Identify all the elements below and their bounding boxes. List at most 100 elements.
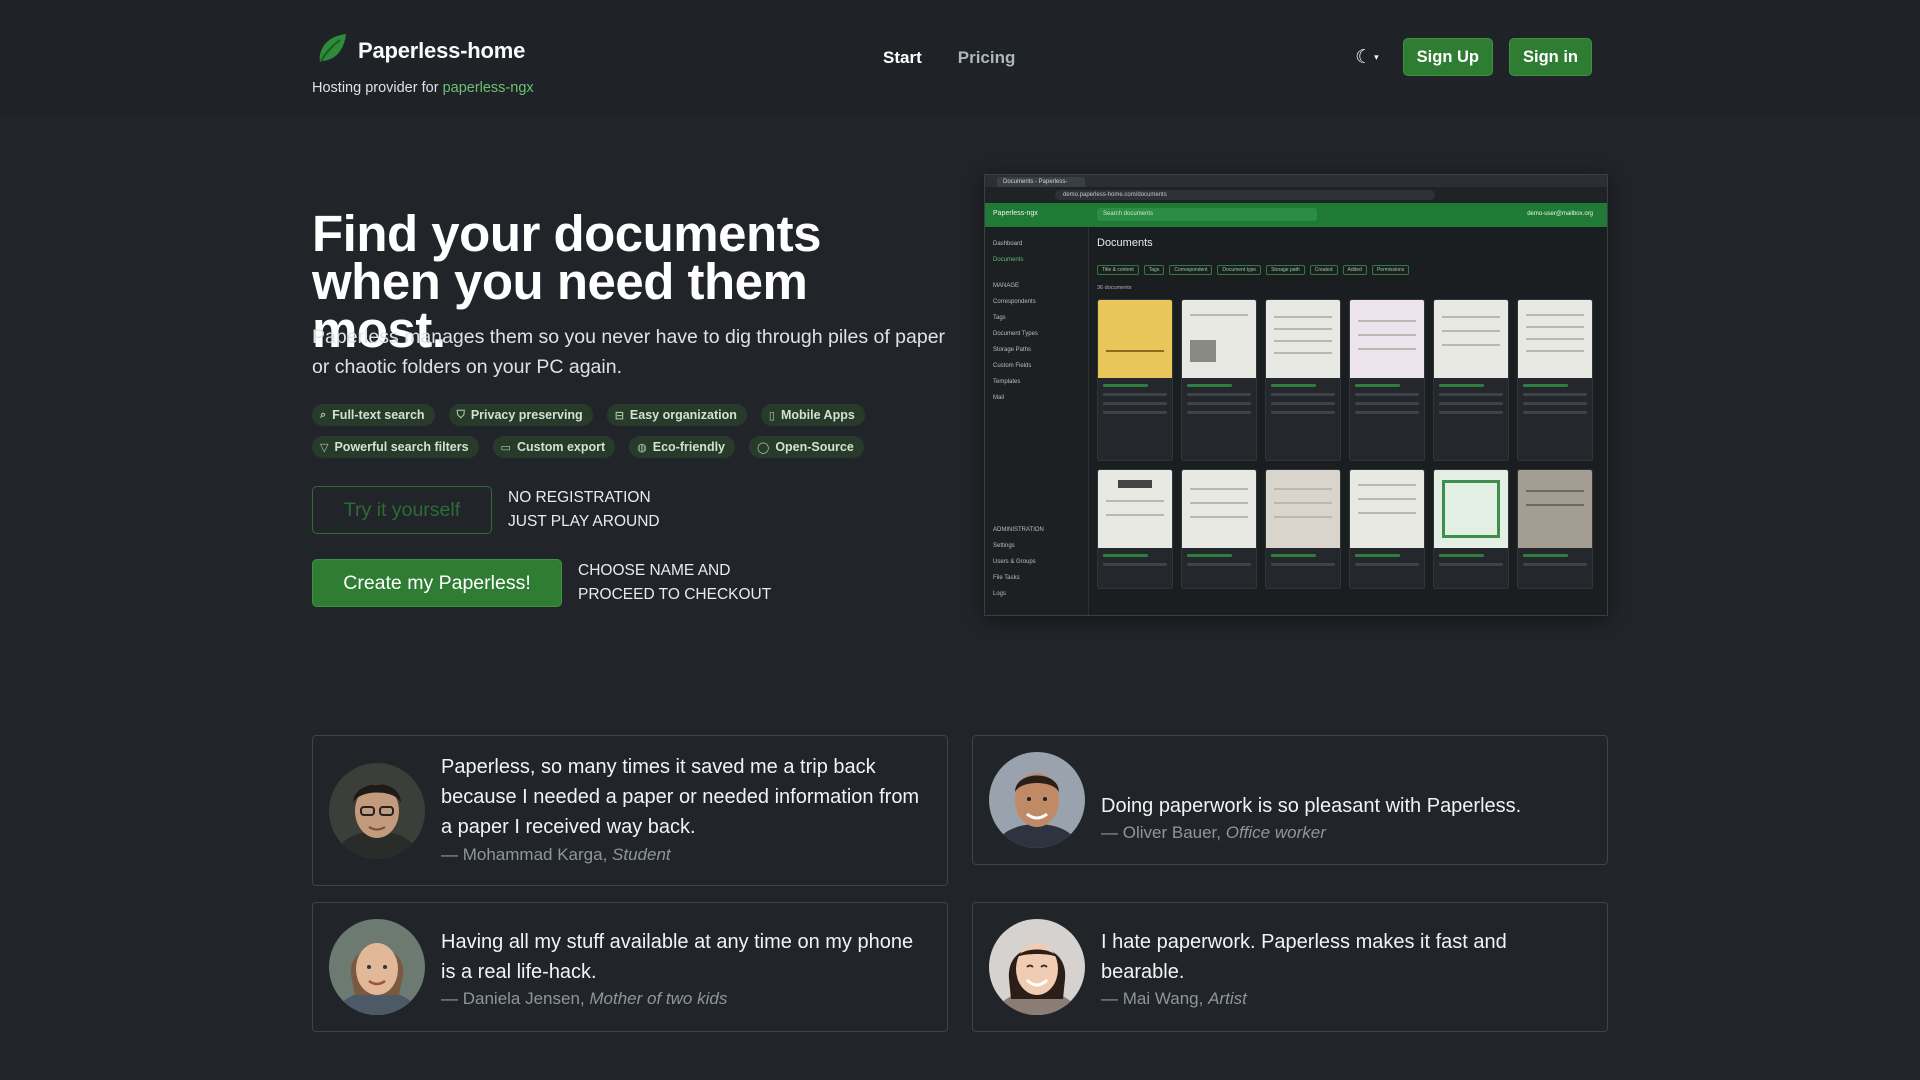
meta-line [1523, 554, 1568, 557]
document-card [1517, 299, 1593, 461]
app-sidebar-item: Logs [993, 591, 1007, 597]
testimonial-quote: I hate paperwork. Paperless makes it fas… [1101, 931, 1507, 983]
meta-line [1271, 563, 1335, 566]
meta-line [1103, 563, 1167, 566]
app-document-grid [1097, 299, 1593, 589]
document-card [1181, 469, 1257, 589]
testimonial-author: — Daniela Jensen, Mother of two kids [441, 989, 728, 1008]
document-meta [1187, 554, 1251, 572]
document-card [1265, 299, 1341, 461]
feature-badges: ⌕ Full-text search ⛉ Privacy preserving ⊟ E… [312, 404, 952, 458]
paperless-ngx-link[interactable]: paperless-ngx [443, 80, 534, 96]
browser-url: demo.paperless-home.com/documents [1055, 190, 1435, 200]
app-name: Paperless-ngx [993, 210, 1038, 217]
meta-line [1523, 411, 1587, 414]
moon-icon: ☾ [1355, 46, 1373, 68]
document-thumbnail [1098, 300, 1172, 378]
nav-start[interactable]: Start [883, 48, 922, 68]
document-thumbnail [1350, 300, 1424, 378]
document-thumbnail [1182, 470, 1256, 548]
app-sidebar-item: MANAGE [993, 283, 1020, 289]
feature-label: Powerful search filters [334, 440, 469, 454]
document-thumbnail [1266, 300, 1340, 378]
thumbnail-line [1526, 314, 1584, 316]
feature-label: Custom export [516, 440, 606, 454]
app-filter: Storage path [1266, 265, 1305, 275]
meta-line [1187, 411, 1251, 414]
thumbnail-line [1190, 516, 1248, 518]
app-filter: Tags [1143, 265, 1165, 275]
app-filter: Added [1342, 265, 1367, 275]
phone-icon: ▯ [768, 409, 775, 422]
document-meta [1523, 554, 1587, 572]
theme-toggle[interactable]: ☾ ▾ [1347, 46, 1387, 69]
document-card [1097, 469, 1173, 589]
top-navbar: Paperless-home Hosting provider for pape… [0, 0, 1920, 115]
brand-subtitle-text: Hosting provider for [312, 80, 439, 96]
app-sidebar-item: File Tasks [993, 575, 1020, 581]
thumbnail-line [1442, 316, 1500, 318]
thumbnail-line [1526, 338, 1584, 340]
try-note-line-2: JUST PLAY AROUND [508, 513, 660, 530]
thumbnail-line [1358, 348, 1416, 350]
shield-icon: ⛉ [456, 408, 465, 421]
meta-line [1103, 402, 1167, 405]
meta-line [1523, 563, 1587, 566]
document-meta [1439, 554, 1503, 572]
document-card [1265, 469, 1341, 589]
document-meta [1103, 554, 1167, 572]
thumbnail-line [1358, 320, 1416, 322]
testimonial-quote: Paperless, so many times it saved me a t… [441, 756, 920, 838]
document-card [1433, 469, 1509, 589]
create-my-paperless-button[interactable]: Create my Paperless! [312, 559, 562, 607]
thumbnail-line [1358, 512, 1416, 514]
testimonial-author: — Mohammad Karga, Student [441, 845, 671, 864]
app-filter: Permissions [1371, 265, 1410, 275]
document-card [1433, 299, 1509, 461]
document-thumbnail [1434, 470, 1508, 548]
app-sidebar-item: Settings [993, 543, 1015, 549]
app-doc-count: 36 documents [1097, 285, 1132, 291]
app-sidebar-item: Users & Groups [993, 559, 1036, 565]
feature-badge: ▯ Mobile Apps [760, 404, 865, 426]
testimonial-card: Having all my stuff available at any tim… [312, 902, 948, 1032]
avatar [329, 919, 425, 1015]
meta-line [1271, 402, 1335, 405]
filter-icon: ▽ [320, 441, 329, 454]
brand[interactable]: Paperless-home Hosting provider for pape… [312, 28, 534, 96]
app-sidebar-item: Documents [993, 257, 1024, 263]
person-avatar-icon [989, 752, 1085, 848]
sign-up-button[interactable]: Sign Up [1402, 38, 1493, 76]
nav-pricing[interactable]: Pricing [958, 48, 1016, 68]
document-thumbnail [1266, 470, 1340, 548]
meta-line [1355, 411, 1419, 414]
browser-tab: Documents - Paperless- [997, 177, 1085, 187]
app-page-title: Documents [1097, 237, 1153, 249]
thumbnail-line [1274, 516, 1332, 518]
create-note-line-1: CHOOSE NAME AND [578, 562, 731, 579]
try-it-yourself-button[interactable]: Try it yourself [312, 486, 492, 534]
brand-name: Paperless-home [358, 37, 526, 63]
thumbnail-line [1526, 350, 1584, 352]
author-role: Mother of two kids [589, 989, 728, 1008]
sign-in-button[interactable]: Sign in [1509, 38, 1592, 76]
app-screenshot[interactable]: Documents - Paperless- demo.paperless-ho… [984, 174, 1608, 616]
meta-line [1355, 393, 1419, 396]
meta-line [1271, 384, 1316, 387]
thumbnail-line [1526, 504, 1584, 506]
feature-badge: ⌕ Full-text search [312, 404, 435, 426]
browser-urlbar: demo.paperless-home.com/documents [985, 187, 1607, 203]
meta-line [1187, 393, 1251, 396]
app-filter: Title & content [1097, 265, 1139, 275]
thumbnail-line [1442, 330, 1500, 332]
feature-badge: ▽ Powerful search filters [312, 436, 479, 458]
thumbnail-line [1358, 484, 1416, 486]
avatar [989, 919, 1085, 1015]
document-thumbnail [1098, 470, 1172, 548]
meta-line [1103, 393, 1167, 396]
meta-line [1439, 402, 1503, 405]
author-name: Oliver Bauer [1122, 823, 1217, 842]
app-sidebar-item: Templates [993, 379, 1021, 385]
document-card [1097, 299, 1173, 461]
document-card [1349, 299, 1425, 461]
